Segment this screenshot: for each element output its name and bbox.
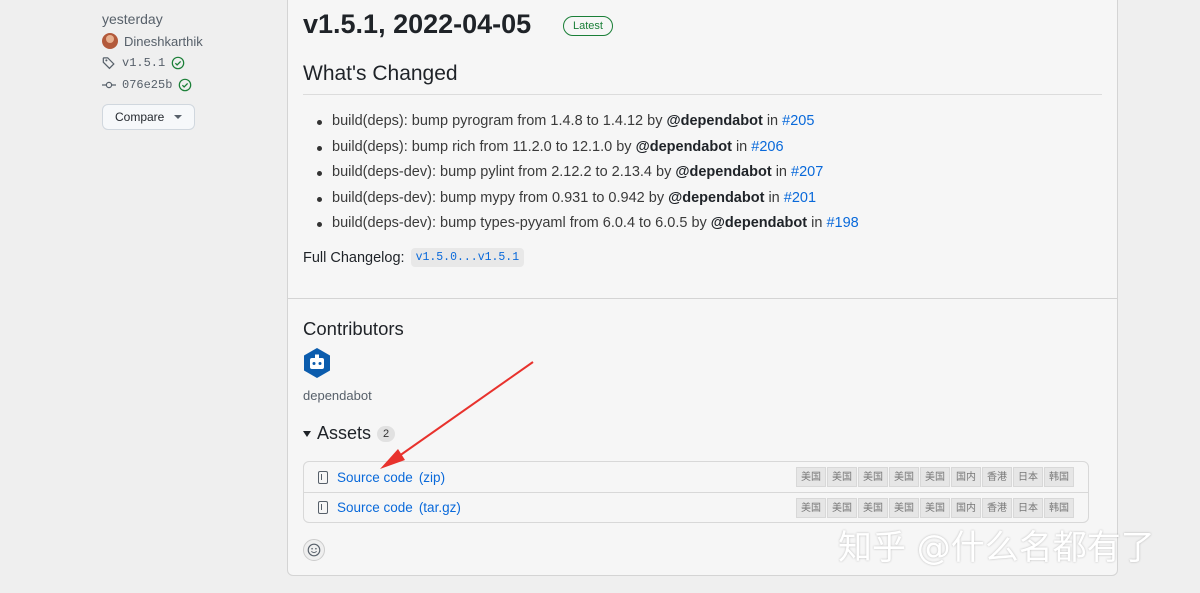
list-item: build(deps-dev): bump mypy from 0.931 to… xyxy=(317,186,859,212)
mirror-tag[interactable]: 美国 xyxy=(796,498,826,518)
mirror-tag[interactable]: 美国 xyxy=(796,467,826,487)
mirror-tag[interactable]: 美国 xyxy=(920,498,950,518)
asset-ext[interactable]: (zip) xyxy=(419,470,445,485)
chevron-down-icon xyxy=(174,115,183,119)
mirror-tag[interactable]: 美国 xyxy=(858,467,888,487)
mirror-tag[interactable]: 美国 xyxy=(889,467,919,487)
commit-row[interactable]: 076e25b xyxy=(102,74,272,96)
asset-row-zip[interactable]: Source code (zip) 美国 美国 美国 美国 美国 国内 香港 日… xyxy=(304,462,1088,492)
mirror-tag[interactable]: 美国 xyxy=(827,498,857,518)
mirror-tag[interactable]: 韩国 xyxy=(1044,467,1074,487)
mirror-tags: 美国 美国 美国 美国 美国 国内 香港 日本 韩国 xyxy=(795,498,1074,518)
full-changelog-sep: : xyxy=(400,249,405,266)
assets-heading: Assets xyxy=(317,423,372,443)
full-changelog-label: Full Changelog xyxy=(303,249,401,266)
author-link[interactable]: @dependabot xyxy=(675,164,771,180)
mirror-tags: 美国 美国 美国 美国 美国 国内 香港 日本 韩国 xyxy=(795,467,1074,487)
author-row[interactable]: Dineshkarthik xyxy=(102,30,272,52)
author-name[interactable]: Dineshkarthik xyxy=(124,34,203,49)
mirror-tag[interactable]: 美国 xyxy=(858,498,888,518)
verified-check-icon xyxy=(171,56,185,70)
verified-check-icon xyxy=(179,78,192,92)
list-item: build(deps-dev): bump types-pyyaml from … xyxy=(317,211,859,237)
pr-link[interactable]: #205 xyxy=(782,113,814,129)
dependabot-avatar-icon[interactable] xyxy=(302,347,332,379)
author-link[interactable]: @dependabot xyxy=(666,113,762,129)
list-item: build(deps): bump rich from 11.2.0 to 12… xyxy=(317,135,859,161)
asset-ext[interactable]: (tar.gz) xyxy=(419,500,461,515)
tag-name[interactable]: v1.5.1 xyxy=(122,56,165,70)
assets-toggle[interactable]: Assets 2 xyxy=(303,423,396,444)
tag-icon xyxy=(102,57,115,70)
smiley-icon xyxy=(307,543,321,557)
pr-link[interactable]: #198 xyxy=(826,215,858,231)
mirror-tag[interactable]: 香港 xyxy=(982,498,1012,518)
triangle-down-icon xyxy=(303,430,311,437)
asset-name[interactable]: Source code xyxy=(337,500,413,515)
release-sidebar: yesterday Dineshkarthik v1.5.1 076e25b C… xyxy=(102,8,272,130)
mirror-tag[interactable]: 香港 xyxy=(982,467,1012,487)
file-zip-icon xyxy=(318,470,328,484)
release-card: v1.5.1, 2022-04-05 Latest What's Changed… xyxy=(287,0,1118,576)
asset-row-targz[interactable]: Source code (tar.gz) 美国 美国 美国 美国 美国 国内 香… xyxy=(304,492,1088,522)
add-reaction-button[interactable] xyxy=(303,539,325,561)
release-title[interactable]: v1.5.1, 2022-04-05 xyxy=(303,9,531,40)
mirror-tag[interactable]: 美国 xyxy=(889,498,919,518)
pr-link[interactable]: #207 xyxy=(791,164,823,180)
mirror-tag[interactable]: 美国 xyxy=(827,467,857,487)
author-avatar xyxy=(102,33,118,49)
mirror-tag[interactable]: 国内 xyxy=(951,498,981,518)
file-zip-icon xyxy=(318,501,328,514)
mirror-tag[interactable]: 韩国 xyxy=(1044,498,1074,518)
commit-icon xyxy=(102,81,116,89)
author-link[interactable]: @dependabot xyxy=(668,190,764,206)
assets-list: Source code (zip) 美国 美国 美国 美国 美国 国内 香港 日… xyxy=(303,461,1089,523)
assets-count-badge: 2 xyxy=(377,425,396,442)
changes-list: build(deps): bump pyrogram from 1.4.8 to… xyxy=(317,109,859,237)
tag-row[interactable]: v1.5.1 xyxy=(102,52,272,74)
asset-name[interactable]: Source code xyxy=(337,470,413,485)
watermark-text: 知乎 @什么名都有了 xyxy=(838,528,1155,568)
latest-badge: Latest xyxy=(563,16,613,36)
commit-sha[interactable]: 076e25b xyxy=(122,78,172,92)
mirror-tag[interactable]: 日本 xyxy=(1013,467,1043,487)
whats-changed-heading: What's Changed xyxy=(303,62,458,85)
contributors-heading: Contributors xyxy=(303,318,404,339)
list-item: build(deps): bump pyrogram from 1.4.8 to… xyxy=(317,109,859,135)
contributor-name[interactable]: dependabot xyxy=(303,388,372,403)
author-link[interactable]: @dependabot xyxy=(711,215,807,231)
author-link[interactable]: @dependabot xyxy=(636,139,732,155)
compare-button[interactable]: Compare xyxy=(102,104,196,130)
mirror-tag[interactable]: 美国 xyxy=(920,467,950,487)
pr-link[interactable]: #206 xyxy=(751,139,783,155)
full-changelog: Full Changelog: v1.5.0...v1.5.1 xyxy=(303,248,525,267)
heading-divider xyxy=(303,94,1102,95)
section-divider xyxy=(288,298,1117,299)
pr-link[interactable]: #201 xyxy=(784,190,816,206)
compare-label: Compare xyxy=(115,110,165,124)
release-time: yesterday xyxy=(102,11,163,27)
compare-range-link[interactable]: v1.5.0...v1.5.1 xyxy=(410,248,525,267)
list-item: build(deps-dev): bump pylint from 2.12.2… xyxy=(317,160,859,186)
mirror-tag[interactable]: 国内 xyxy=(951,467,981,487)
mirror-tag[interactable]: 日本 xyxy=(1013,498,1043,518)
